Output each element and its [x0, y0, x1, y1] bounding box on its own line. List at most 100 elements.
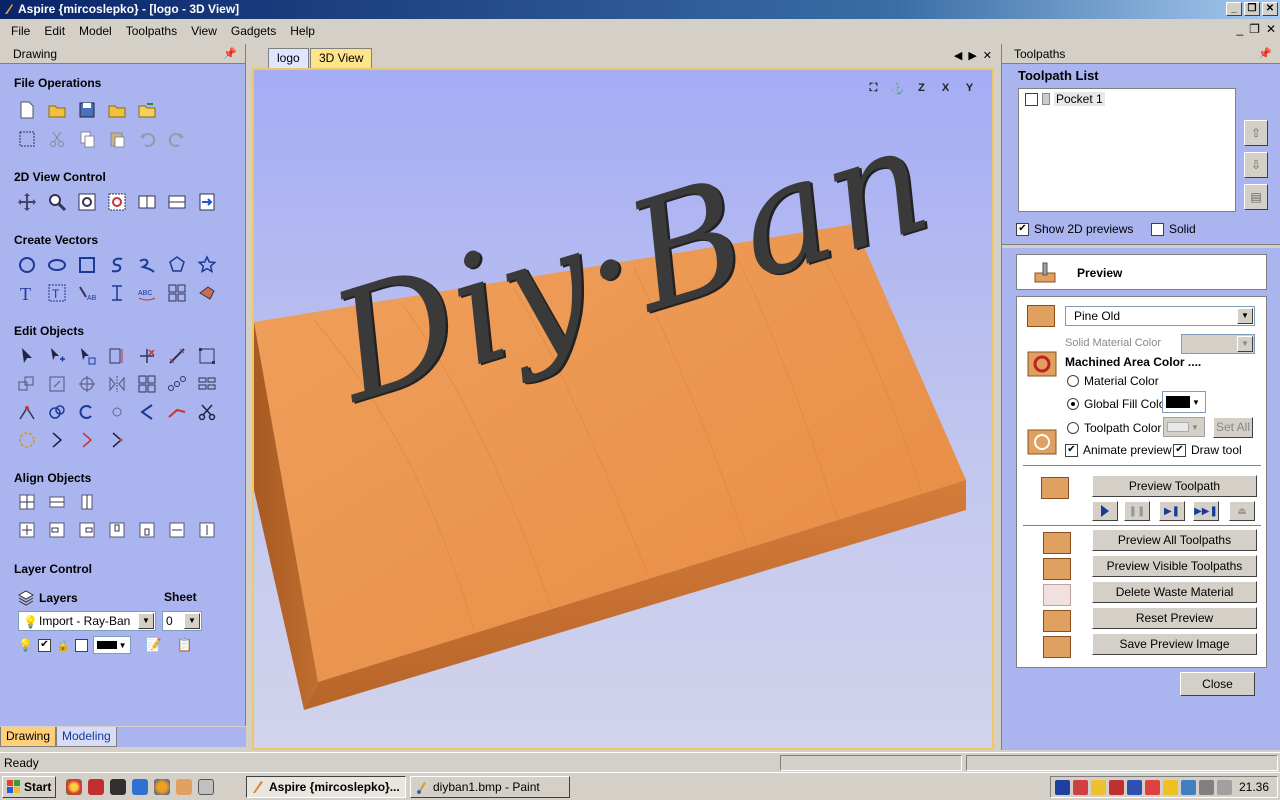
menu-toolpaths[interactable]: Toolpaths	[119, 24, 184, 38]
layer-manager-icon[interactable]: 📋	[177, 637, 193, 653]
list-item[interactable]: Pocket 1	[1025, 92, 1105, 106]
pause-button[interactable]: ❚❚	[1124, 501, 1150, 521]
size-icon[interactable]	[106, 345, 128, 367]
menu-model[interactable]: Model	[72, 24, 119, 38]
solid-checkbox[interactable]	[1151, 222, 1164, 236]
circular-array-icon[interactable]	[166, 373, 188, 395]
open-vector-icon[interactable]	[76, 429, 98, 451]
toolpath-visible-checkbox[interactable]	[1025, 92, 1038, 106]
preview-all-toolpaths-button[interactable]: Preview All Toolpaths	[1092, 529, 1257, 551]
zoom-selection-icon[interactable]	[106, 191, 128, 213]
layer-color-select[interactable]: ▼	[92, 636, 131, 654]
preview-toolpath-button[interactable]: Preview Toolpath	[1092, 475, 1257, 497]
show-desktop-icon[interactable]	[198, 779, 214, 795]
global-fill-color-radio[interactable]	[1067, 398, 1079, 410]
minimize-button[interactable]: _	[1226, 2, 1242, 16]
tray-icon[interactable]	[1145, 780, 1160, 795]
tray-icon[interactable]	[1091, 780, 1106, 795]
tab-3d-view[interactable]: 3D View	[310, 48, 373, 68]
move-icon[interactable]	[136, 345, 158, 367]
maximize-button[interactable]: ❐	[1244, 2, 1260, 16]
toolpath-summary-button[interactable]: ▤	[1244, 184, 1268, 210]
mirror-copy-icon[interactable]	[106, 373, 128, 395]
view-x-icon[interactable]: X	[935, 78, 956, 98]
mdi-close-button[interactable]: ✕	[1266, 22, 1276, 36]
aspire-icon[interactable]	[176, 779, 192, 795]
trace-bitmap-icon[interactable]	[196, 282, 218, 304]
delete-waste-material-button[interactable]: Delete Waste Material	[1092, 581, 1257, 603]
tab-drawing[interactable]: Drawing	[0, 727, 57, 747]
tray-icon[interactable]	[1127, 780, 1142, 795]
menu-help[interactable]: Help	[283, 24, 322, 38]
pan-icon[interactable]	[16, 191, 38, 213]
toggle-view-icon[interactable]	[196, 191, 218, 213]
measure-icon[interactable]	[166, 345, 188, 367]
new-file-icon[interactable]	[16, 99, 38, 121]
import-vectors-icon[interactable]	[106, 99, 128, 121]
panel-divider[interactable]	[1002, 244, 1280, 248]
close-preview-button[interactable]: Close	[1180, 672, 1255, 696]
smooth-icon[interactable]	[46, 429, 68, 451]
app-icon[interactable]	[88, 779, 104, 795]
view-z-icon[interactable]: Z	[911, 78, 932, 98]
view-y-icon[interactable]: Y	[959, 78, 980, 98]
fillet-icon[interactable]	[136, 401, 158, 423]
tab-scroll-right-icon[interactable]: ▶	[968, 49, 976, 62]
node-edit-icon[interactable]	[46, 345, 68, 367]
skip-to-end-button[interactable]: ▶▶❚	[1193, 501, 1219, 521]
play-button[interactable]	[1092, 501, 1118, 521]
transform-icon[interactable]	[76, 345, 98, 367]
text-on-curve-icon[interactable]: AB	[76, 282, 98, 304]
animate-preview-checkbox[interactable]: ✔	[1065, 443, 1078, 457]
select-tool-icon[interactable]	[16, 345, 38, 367]
layer-lock-checkbox[interactable]	[74, 638, 88, 652]
save-preview-image-button[interactable]: Save Preview Image	[1092, 633, 1257, 655]
save-file-icon[interactable]	[76, 99, 98, 121]
toolpath-list[interactable]: Pocket 1	[1018, 88, 1236, 212]
open-file-icon[interactable]	[46, 99, 68, 121]
tray-icon[interactable]	[1055, 780, 1070, 795]
tray-icon[interactable]	[1163, 780, 1178, 795]
zoom-fit-icon[interactable]	[76, 191, 98, 213]
text-arc-icon[interactable]	[106, 282, 128, 304]
text-tool-icon[interactable]: T	[16, 282, 38, 304]
start-button[interactable]: Start	[2, 776, 56, 798]
vector-grid-icon[interactable]	[166, 282, 188, 304]
align-bottom-icon[interactable]	[136, 519, 158, 541]
volume-icon[interactable]	[1199, 780, 1214, 795]
lock-icon[interactable]: 🔒	[56, 639, 70, 652]
close-vector-icon[interactable]	[106, 429, 128, 451]
array-copy-icon[interactable]	[136, 373, 158, 395]
subtract-icon[interactable]	[76, 401, 98, 423]
space-vertical-icon[interactable]	[196, 519, 218, 541]
taskbar-item-aspire[interactable]: Aspire {mircoslepko}...	[246, 776, 406, 798]
network-icon[interactable]	[1217, 780, 1232, 795]
align-icon[interactable]	[16, 373, 38, 395]
layer-properties-icon[interactable]: 📝	[146, 637, 162, 653]
align-top-icon[interactable]	[106, 519, 128, 541]
material-select[interactable]: Pine Old ▼	[1065, 306, 1255, 326]
draw-tool-checkbox[interactable]: ✔	[1173, 443, 1186, 457]
offset-icon[interactable]	[16, 429, 38, 451]
stop-button[interactable]: ⏏	[1229, 501, 1255, 521]
undo-icon[interactable]	[136, 128, 158, 150]
layer-select[interactable]: 💡 Import - Ray-Ban ▼	[18, 611, 156, 631]
align-right-icon[interactable]	[76, 519, 98, 541]
tab-close-icon[interactable]: ✕	[983, 49, 992, 62]
tray-icon[interactable]	[1073, 780, 1088, 795]
app-icon[interactable]	[132, 779, 148, 795]
nesting-icon[interactable]	[196, 373, 218, 395]
3d-viewport[interactable]: Diy·Ban ⛶ ⚓ Z X Y	[252, 68, 994, 750]
toolpath-color-select[interactable]: ▼	[1163, 417, 1205, 437]
firefox-icon[interactable]	[154, 779, 170, 795]
layer-visibility-icon[interactable]: 💡	[18, 638, 33, 652]
toolpath-color-radio[interactable]	[1067, 422, 1079, 434]
sheet-select[interactable]: 0 ▼	[162, 611, 202, 631]
import-bitmap-icon[interactable]	[136, 99, 158, 121]
polyline-tool-icon[interactable]	[106, 254, 128, 276]
cut-icon[interactable]	[46, 128, 68, 150]
align-center-vertical-icon[interactable]	[76, 491, 98, 513]
chrome-icon[interactable]	[66, 779, 82, 795]
bend-text-icon[interactable]: ABC	[136, 282, 158, 304]
reset-preview-button[interactable]: Reset Preview	[1092, 607, 1257, 629]
